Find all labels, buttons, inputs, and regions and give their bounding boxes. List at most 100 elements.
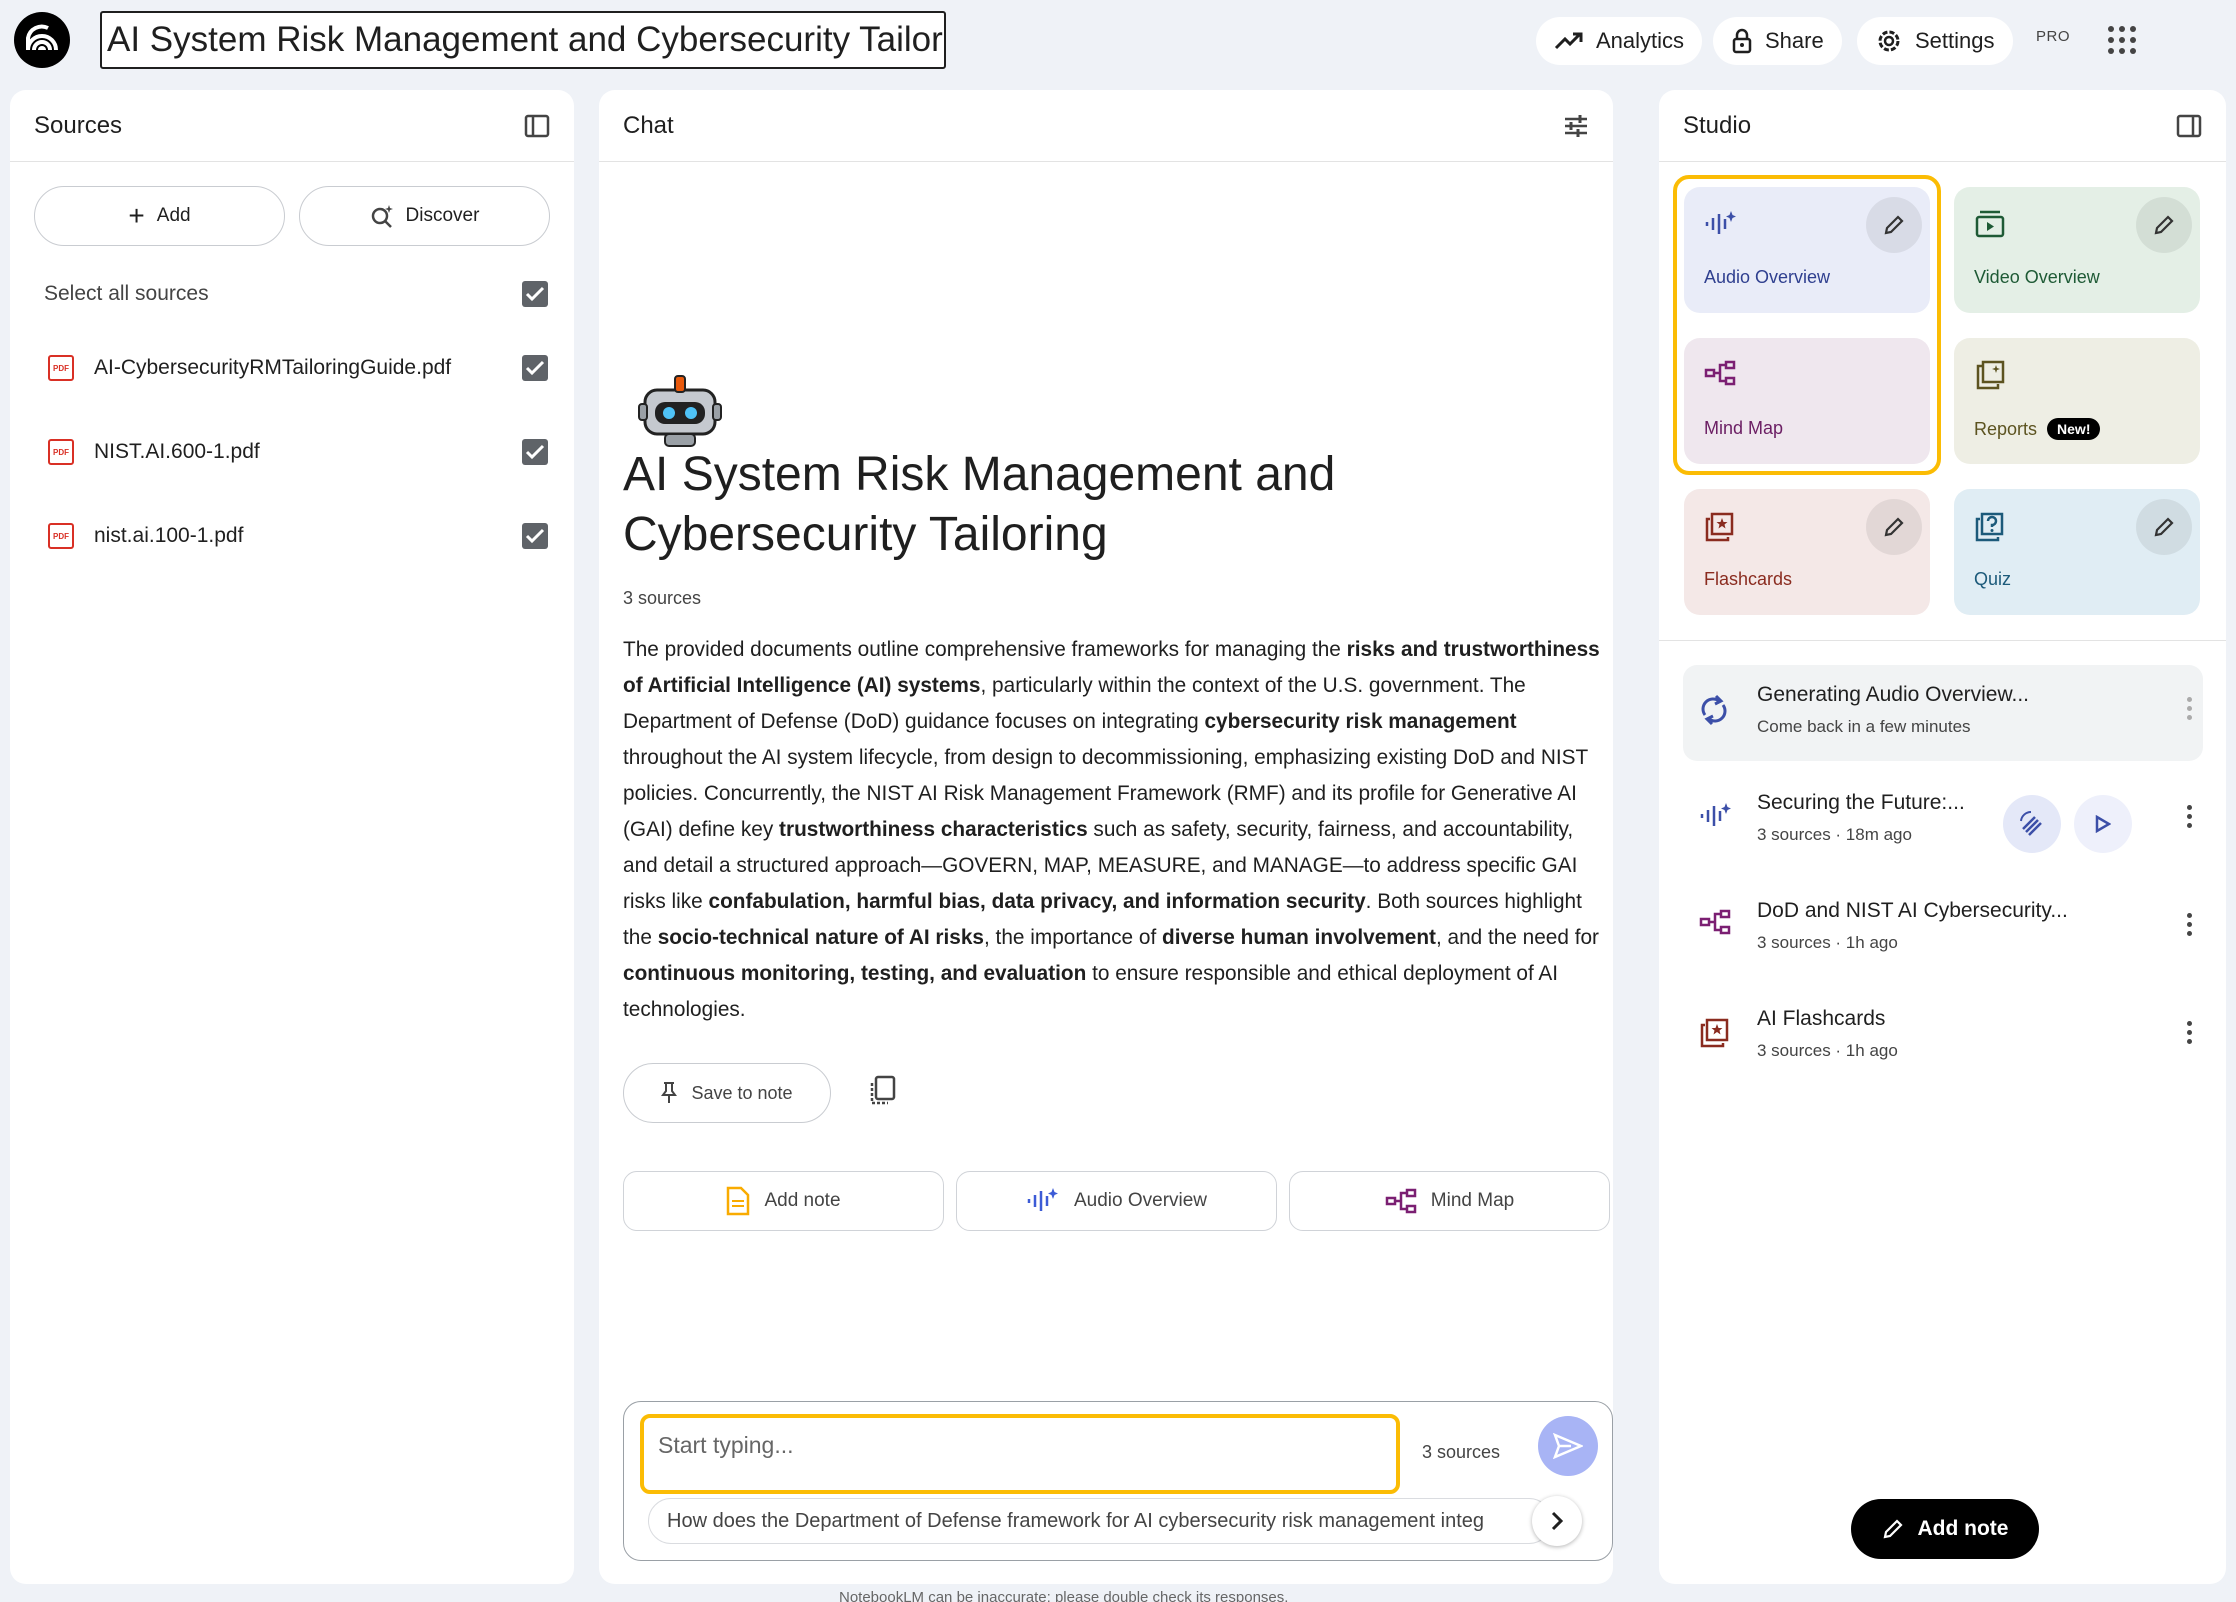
more-options-icon[interactable] xyxy=(2187,913,2193,940)
select-all-row: Select all sources xyxy=(10,274,574,314)
reports-label: Reports New! xyxy=(1974,418,2101,440)
top-bar: AI System Risk Management and Cybersecur… xyxy=(0,0,2236,82)
artifact-title: DoD and NIST AI Cybersecurity... xyxy=(1757,899,2068,922)
mind-map-icon xyxy=(1699,909,1731,935)
sources-title: Sources xyxy=(34,111,123,139)
share-label: Share xyxy=(1765,28,1824,53)
select-all-label: Select all sources xyxy=(44,282,209,305)
pencil-icon xyxy=(1884,517,1904,537)
plus-icon: + xyxy=(128,200,145,231)
edit-flashcards-button[interactable] xyxy=(1866,499,1922,555)
more-options-icon[interactable] xyxy=(2187,697,2193,724)
source-item[interactable]: PDF AI-CybersecurityRMTailoringGuide.pdf xyxy=(10,326,574,410)
flashcards-label: Flashcards xyxy=(1704,569,1793,589)
new-badge: New! xyxy=(2047,418,2101,440)
artifact-subtitle: 3 sources · 18m ago xyxy=(1757,825,1912,844)
copy-icon[interactable] xyxy=(867,1075,901,1109)
video-overview-label: Video Overview xyxy=(1974,267,2100,287)
artifact-subtitle: 3 sources · 1h ago xyxy=(1757,933,1898,952)
play-button[interactable] xyxy=(2074,795,2132,853)
notebook-heading: AI System Risk Management and Cybersecur… xyxy=(623,448,1336,561)
select-all-checkbox[interactable] xyxy=(522,281,548,307)
chat-title: Chat xyxy=(623,111,674,139)
add-source-button[interactable]: + Add xyxy=(34,186,285,246)
summary-text: , and the need for xyxy=(1435,926,1599,949)
audio-overview-suggestion-label: Audio Overview xyxy=(1073,1190,1208,1211)
discover-sources-button[interactable]: Discover xyxy=(299,186,550,246)
artifact-item[interactable]: AI Flashcards 3 sources · 1h ago xyxy=(1683,989,2203,1085)
chat-composer: Start typing... 3 sources How does the D… xyxy=(623,1401,1613,1561)
share-button[interactable]: Share xyxy=(1713,17,1842,65)
pencil-icon xyxy=(2154,517,2174,537)
more-options-icon[interactable] xyxy=(2187,1021,2193,1048)
mind-map-suggestion-label: Mind Map xyxy=(1430,1190,1515,1211)
disclaimer-text: NotebookLM can be inaccurate; please dou… xyxy=(839,1589,1289,1602)
summary-bold-text: confabulation, harmful bias, data privac… xyxy=(708,890,1366,913)
analytics-label: Analytics xyxy=(1596,28,1685,53)
suggested-question-chip[interactable]: How does the Department of Defense frame… xyxy=(648,1498,1552,1544)
add-note-suggestion-button[interactable]: Add note xyxy=(623,1171,944,1231)
studio-header: Studio xyxy=(1659,90,2226,162)
summary-text: The provided documents outline comprehen… xyxy=(623,638,1347,661)
pro-badge: PRO xyxy=(2036,28,2071,45)
add-note-button[interactable]: Add note xyxy=(1851,1499,2039,1559)
play-icon xyxy=(2095,815,2111,833)
source-checkbox[interactable] xyxy=(522,439,548,465)
flashcards-tile[interactable]: Flashcards xyxy=(1684,489,1930,615)
more-options-icon[interactable] xyxy=(2187,805,2193,832)
quiz-tile[interactable]: Quiz xyxy=(1954,489,2200,615)
add-note-label: Add note xyxy=(1917,1517,2009,1540)
video-overview-tile[interactable]: Video Overview xyxy=(1954,187,2200,313)
reports-icon xyxy=(1976,360,2005,390)
tune-settings-icon[interactable] xyxy=(1563,114,1589,138)
discover-label: Discover xyxy=(405,205,480,226)
source-name: NIST.AI.600-1.pdf xyxy=(94,440,260,463)
quiz-label: Quiz xyxy=(1974,569,2012,589)
save-to-note-button[interactable]: Save to note xyxy=(623,1063,831,1123)
settings-label: Settings xyxy=(1915,28,1995,53)
source-checkbox[interactable] xyxy=(522,355,548,381)
notebook-title-input[interactable]: AI System Risk Management and Cybersecur… xyxy=(100,11,946,69)
source-checkbox[interactable] xyxy=(522,523,548,549)
flashcards-icon xyxy=(1705,512,1734,542)
audio-overview-suggestion-button[interactable]: Audio Overview xyxy=(956,1171,1277,1231)
chevron-right-icon xyxy=(1551,1511,1564,1531)
interactive-hand-icon xyxy=(2020,810,2042,836)
collapse-panel-icon[interactable] xyxy=(2176,114,2202,138)
highlight-box xyxy=(1673,175,1941,475)
collapse-panel-icon[interactable] xyxy=(524,114,550,138)
analytics-button[interactable]: Analytics xyxy=(1536,17,1703,65)
artifact-title: Generating Audio Overview... xyxy=(1757,683,2029,706)
settings-button[interactable]: Settings xyxy=(1857,17,2013,65)
reports-label-text: Reports xyxy=(1974,419,2038,439)
edit-quiz-button[interactable] xyxy=(2136,499,2192,555)
chat-source-count: 3 sources xyxy=(623,588,702,608)
source-item[interactable]: PDF NIST.AI.600-1.pdf xyxy=(10,410,574,494)
studio-title: Studio xyxy=(1683,111,1752,139)
pdf-icon: PDF xyxy=(48,439,74,465)
chat-input[interactable]: Start typing... xyxy=(640,1414,1400,1494)
summary-bold-text: socio-technical nature of AI risks xyxy=(657,926,984,949)
artifact-item[interactable]: DoD and NIST AI Cybersecurity... 3 sourc… xyxy=(1683,881,2203,977)
studio-panel: Studio Audio Overview Video Overview Min… xyxy=(1659,90,2226,1584)
artifact-item[interactable]: Generating Audio Overview... Come back i… xyxy=(1683,665,2203,761)
composer-source-count: 3 sources xyxy=(1422,1442,1501,1462)
source-item[interactable]: PDF nist.ai.100-1.pdf xyxy=(10,494,574,578)
edit-video-overview-button[interactable] xyxy=(2136,197,2192,253)
audio-sparkle-icon xyxy=(1700,803,1731,826)
chat-header: Chat xyxy=(599,90,1613,162)
reports-tile[interactable]: Reports New! xyxy=(1954,338,2200,464)
notebooklm-logo-icon[interactable] xyxy=(14,12,70,68)
send-button[interactable] xyxy=(1538,1416,1598,1476)
next-suggestion-button[interactable] xyxy=(1532,1496,1582,1546)
add-note-suggestion-label: Add note xyxy=(764,1190,841,1211)
apps-grid-icon[interactable] xyxy=(2108,26,2136,54)
source-name: AI-CybersecurityRMTailoringGuide.pdf xyxy=(94,356,452,379)
interactive-mode-button[interactable] xyxy=(2003,795,2061,853)
audio-sparkle-icon xyxy=(1027,1188,1058,1211)
artifact-item[interactable]: Securing the Future:... 3 sources · 18m … xyxy=(1683,773,2203,869)
source-name: nist.ai.100-1.pdf xyxy=(94,524,244,547)
robot-emoji-icon xyxy=(637,368,723,454)
mind-map-suggestion-button[interactable]: Mind Map xyxy=(1289,1171,1610,1231)
sync-icon xyxy=(1701,694,1727,726)
